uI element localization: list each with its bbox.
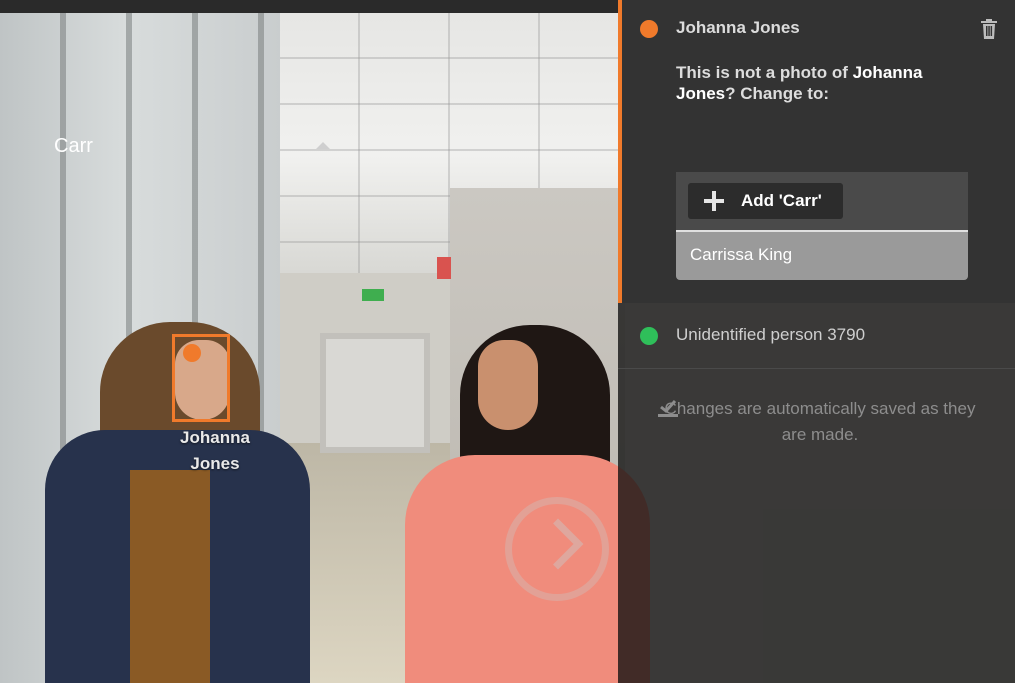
person-name: Unidentified person 3790 [676, 325, 866, 344]
person-card[interactable]: Unidentified person 3790 [618, 303, 1015, 369]
face-dot [183, 344, 201, 362]
person-left-shirt [130, 470, 210, 683]
red-sign [437, 257, 451, 279]
name-dropdown: Add 'Carr' Carrissa King [676, 172, 968, 280]
plus-icon [704, 191, 724, 211]
add-name-button[interactable]: Add 'Carr' [688, 183, 843, 219]
face-box[interactable] [172, 334, 230, 422]
person-right-face [478, 340, 538, 430]
trash-icon[interactable] [980, 19, 998, 39]
person-name: Johanna Jones [676, 18, 800, 37]
autosave-note: Changes are automatically saved as they … [664, 399, 976, 444]
exit-sign [362, 289, 384, 301]
caret-up-icon[interactable] [316, 142, 330, 149]
change-prompt: This is not a photo of Johanna Jones? Ch… [676, 63, 923, 103]
next-arrow-icon[interactable] [505, 497, 609, 601]
suggestion-option[interactable]: Carrissa King [676, 230, 968, 280]
status-dot [640, 327, 658, 345]
name-select-value[interactable]: Carr [54, 135, 93, 158]
corridor [320, 333, 430, 453]
status-dot [640, 20, 658, 38]
face-label: Johanna Jones [180, 428, 250, 473]
